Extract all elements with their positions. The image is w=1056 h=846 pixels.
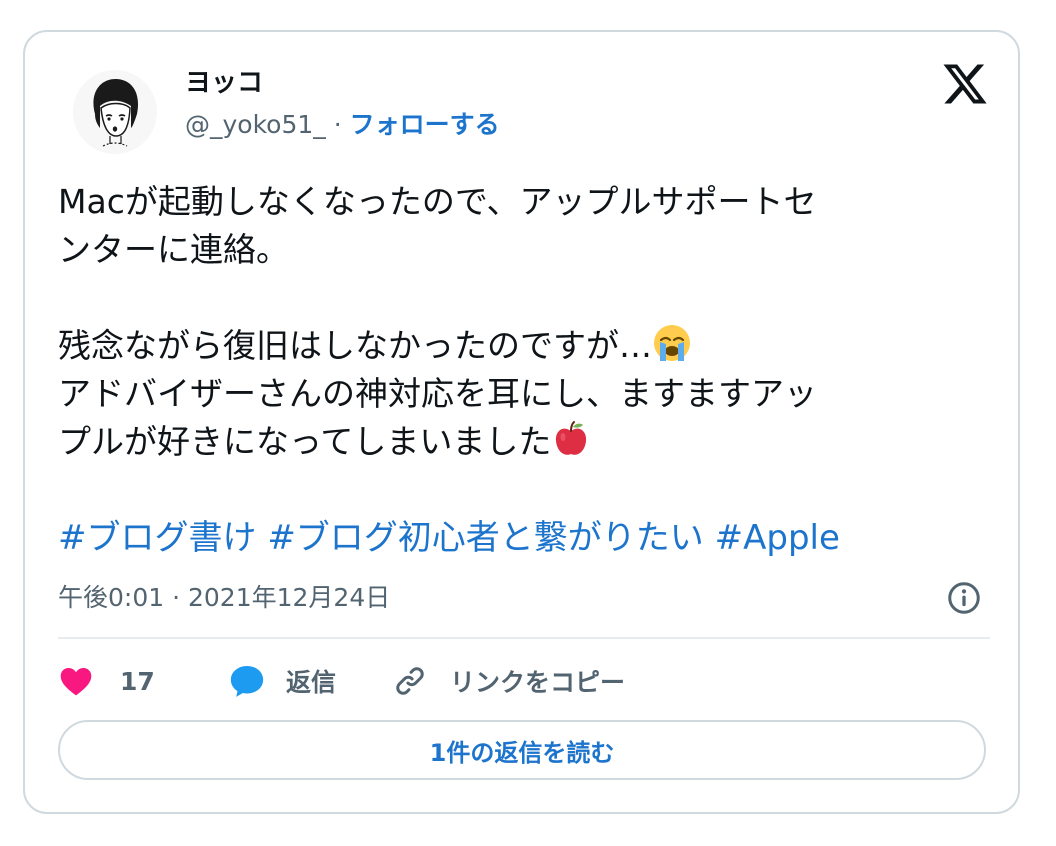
author-subline: @_yoko51_ · フォローする [185, 108, 500, 142]
follow-button[interactable]: フォローする [350, 110, 500, 139]
divider [58, 637, 990, 639]
like-button[interactable]: 17 [58, 660, 155, 702]
tweet-line: ンターに連絡。 [58, 230, 289, 269]
separator-dot: · [333, 110, 342, 139]
x-logo-icon[interactable] [941, 60, 989, 108]
tweet-text: Macが起動しなくなったので、アップルサポートセ ンターに連絡。 残念ながら復旧… [58, 178, 988, 466]
reply-label: 返信 [286, 668, 337, 697]
hashtag-link[interactable]: #ブログ初心者と繋がりたい [267, 518, 704, 558]
tweet-line: 残念ながら復旧はしなかったのですが… [58, 326, 652, 365]
copy-link-label: リンクをコピー [450, 668, 626, 697]
loudly-crying-face-icon [654, 325, 690, 361]
tweet-line: アドバイザーさんの神対応を耳にし、ますますアッ [58, 374, 817, 413]
read-replies-button[interactable]: 1件の返信を読む [58, 720, 986, 780]
handle[interactable]: @_yoko51_ [185, 110, 326, 139]
hashtag-link[interactable]: #Apple [715, 518, 840, 558]
hashtag-row: #ブログ書け #ブログ初心者と繋がりたい #Apple [58, 515, 840, 561]
tweet-line: プルが好きになってしまいました [58, 422, 552, 461]
speech-bubble-icon [230, 665, 264, 697]
copy-link-button[interactable]: リンクをコピー [392, 660, 625, 702]
embedded-tweet-card: ヨッコ @_yoko51_ · フォローする Macが起動しなくなったので、アッ… [23, 30, 1020, 814]
link-icon [396, 667, 424, 695]
like-count: 17 [120, 666, 155, 696]
avatar-illustration [73, 70, 157, 154]
display-name[interactable]: ヨッコ [185, 66, 263, 100]
tweet-line: Macが起動しなくなったので、アップルサポートセ [58, 182, 817, 221]
action-bar: 17 返信 リンクをコピー [58, 660, 990, 702]
tweet-line-with-emoji: 残念ながら復旧はしなかったのですが… [58, 322, 988, 370]
heart-icon [60, 667, 92, 696]
info-icon[interactable] [946, 580, 982, 616]
tweet-line-with-emoji: プルが好きになってしまいました [58, 418, 988, 466]
timestamp[interactable]: 午後0:01 · 2021年12月24日 [58, 581, 390, 615]
red-apple-icon [556, 421, 587, 455]
hashtag-link[interactable]: #ブログ書け [58, 518, 257, 558]
reply-button[interactable]: 返信 [228, 660, 336, 702]
avatar[interactable] [73, 70, 157, 154]
